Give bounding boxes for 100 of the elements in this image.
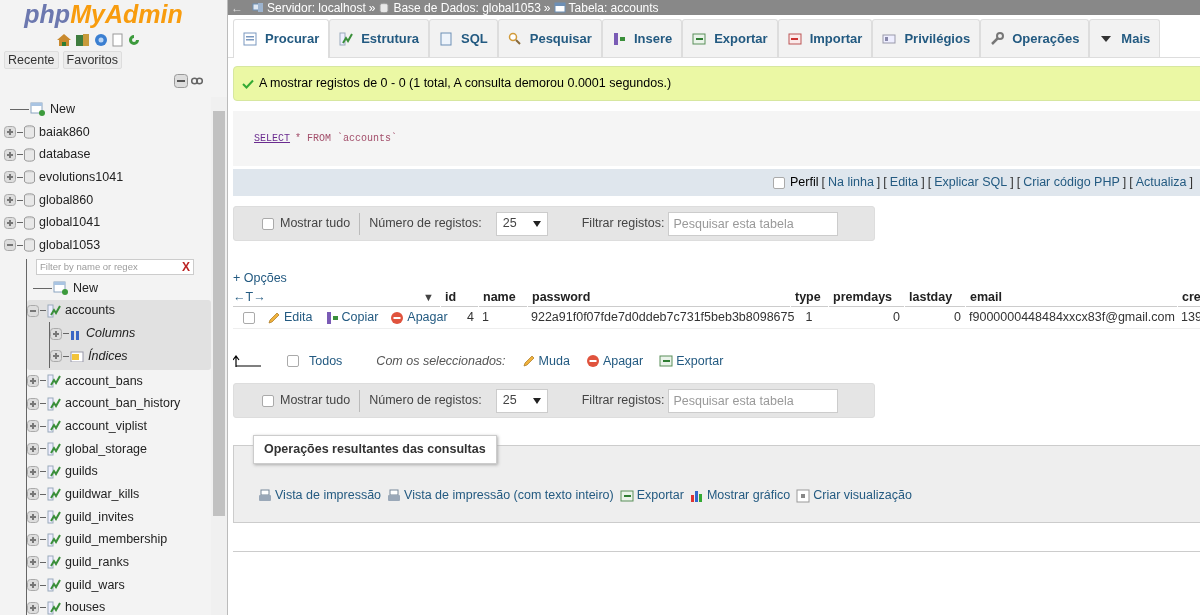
tab[interactable]: SQL: [429, 19, 498, 57]
sql-keyword-link[interactable]: SELECT: [254, 131, 290, 146]
operation-link[interactable]: Exportar: [619, 486, 684, 505]
expand-icon[interactable]: [27, 442, 39, 455]
help-icon[interactable]: [94, 33, 108, 47]
table-structure-icon[interactable]: [47, 396, 61, 411]
rows-dropdown[interactable]: 25: [495, 211, 548, 236]
table-structure-icon[interactable]: [47, 303, 61, 318]
home-icon[interactable]: [56, 33, 72, 47]
tab[interactable]: Exportar: [682, 19, 778, 57]
tree-item[interactable]: account_viplist: [65, 416, 147, 436]
query-link[interactable]: Edita: [889, 173, 919, 192]
bulk-action-link[interactable]: Muda: [521, 351, 570, 371]
table-structure-icon[interactable]: [47, 441, 61, 456]
table-structure-icon[interactable]: [47, 373, 61, 388]
tab[interactable]: Importar: [777, 19, 873, 57]
tree-item[interactable]: guild_ranks: [65, 553, 129, 572]
checkbox[interactable]: [262, 217, 274, 230]
tab[interactable]: Procurar: [233, 19, 330, 58]
row-action-link[interactable]: Copiar: [324, 308, 379, 327]
tab[interactable]: Privilégios: [872, 19, 981, 57]
table-structure-icon[interactable]: [47, 555, 61, 570]
breadcrumb-link[interactable]: Servidor: localhost: [267, 0, 366, 17]
expand-icon[interactable]: [27, 579, 39, 592]
tree-item[interactable]: global860: [39, 190, 94, 210]
filter-field[interactable]: Pesquisar esta tabela: [668, 388, 839, 413]
database-icon[interactable]: [24, 170, 35, 185]
expand-icon[interactable]: [27, 420, 39, 433]
sort-caret[interactable]: ▼: [423, 289, 434, 306]
bulk-action-link[interactable]: Apagar: [585, 351, 644, 371]
row-action-link[interactable]: Apagar: [390, 308, 448, 327]
nav-tab[interactable]: Recente: [4, 51, 59, 69]
tree-item[interactable]: guilds: [65, 462, 98, 482]
tree-item[interactable]: account_bans: [65, 371, 143, 391]
checkbox[interactable]: [262, 394, 274, 407]
column-header[interactable]: email: [965, 288, 1177, 307]
operation-link[interactable]: Vista de impressão (com texto inteiro): [387, 486, 614, 505]
tree-item[interactable]: global_storage: [65, 439, 147, 459]
checkbox[interactable]: [243, 311, 255, 324]
table-structure-icon[interactable]: [47, 419, 61, 434]
new-item-icon[interactable]: [30, 102, 46, 117]
column-header[interactable]: name: [478, 288, 527, 307]
tree-item[interactable]: guild_invites: [65, 507, 134, 527]
expand-icon[interactable]: [27, 556, 39, 569]
table-structure-icon[interactable]: [47, 464, 61, 479]
tree-item[interactable]: evolutions1041: [39, 168, 124, 187]
query-link[interactable]: Criar código PHP: [1023, 173, 1120, 192]
database-icon[interactable]: [24, 215, 35, 230]
tree-item[interactable]: global1053: [39, 236, 101, 255]
tree-item[interactable]: baiak860: [39, 122, 90, 142]
table-structure-icon[interactable]: [47, 510, 61, 525]
database-icon[interactable]: [24, 193, 35, 208]
filter-field[interactable]: Filter by name or regex X: [36, 258, 194, 275]
expand-icon[interactable]: [27, 465, 39, 478]
reload-icon[interactable]: [127, 33, 141, 47]
tab[interactable]: Insere: [601, 19, 683, 57]
expand-icon[interactable]: [4, 216, 16, 229]
rows-dropdown[interactable]: 25: [495, 388, 548, 413]
table-structure-icon[interactable]: [47, 487, 61, 502]
row-action-link[interactable]: Edita: [267, 308, 313, 327]
checkbox[interactable]: [287, 355, 299, 367]
collapse-all-icon[interactable]: [174, 74, 188, 88]
checkbox[interactable]: [773, 176, 785, 189]
new-item-icon[interactable]: [53, 281, 69, 296]
bulk-action-link[interactable]: Exportar: [659, 351, 724, 371]
checkbox-label[interactable]: Mostrar tudo: [280, 214, 351, 233]
table-structure-icon[interactable]: [47, 600, 61, 615]
column-header[interactable]: id: [440, 288, 478, 307]
document-icon[interactable]: [111, 33, 124, 47]
tree-item[interactable]: houses: [65, 598, 106, 615]
tree-item[interactable]: account_ban_history: [65, 394, 181, 413]
expand-icon[interactable]: [4, 171, 16, 184]
link-icon[interactable]: [191, 77, 203, 85]
expand-icon[interactable]: [27, 511, 39, 524]
column-header[interactable]: lastday: [904, 288, 965, 307]
tab[interactable]: Mais: [1089, 19, 1161, 57]
tree-item[interactable]: guild_membership: [65, 530, 168, 550]
tree-item[interactable]: New: [73, 278, 98, 298]
operation-link[interactable]: Mostrar gráfico: [689, 486, 791, 505]
expand-icon[interactable]: [4, 194, 16, 207]
query-link[interactable]: Explicar SQL: [934, 173, 1008, 192]
expand-icon[interactable]: [27, 601, 39, 614]
operation-link[interactable]: Vista de impressão: [258, 486, 382, 505]
phpmyadmin-logo[interactable]: phpMyAdmin: [24, 0, 203, 28]
filter-field[interactable]: Pesquisar esta tabela: [668, 211, 839, 236]
expand-icon[interactable]: [27, 488, 39, 501]
breadcrumb-link[interactable]: Tabela: accounts: [568, 0, 659, 17]
table-structure-icon[interactable]: [47, 578, 61, 593]
query-link[interactable]: Actualiza: [1135, 173, 1187, 192]
tree-item[interactable]: accounts: [65, 301, 116, 321]
tree-item[interactable]: global1041: [39, 213, 101, 233]
tree-item[interactable]: guild_wars: [65, 575, 125, 595]
database-icon[interactable]: [24, 147, 35, 162]
tab[interactable]: Pesquisar: [497, 19, 602, 57]
column-header[interactable]: premdays: [828, 288, 904, 307]
breadcrumb-link[interactable]: Base de Dados: global1053: [393, 0, 541, 17]
options-link[interactable]: + Opções: [233, 271, 287, 285]
query-link[interactable]: Na linha: [827, 173, 874, 192]
column-header[interactable]: type: [790, 288, 828, 307]
table-structure-icon[interactable]: [47, 532, 61, 547]
